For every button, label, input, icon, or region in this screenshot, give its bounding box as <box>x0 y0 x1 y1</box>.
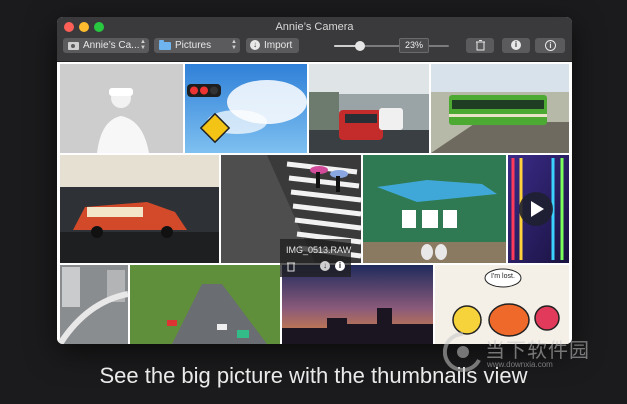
chevron-updown-icon: ▲ ▼ <box>140 39 146 51</box>
photo-highway-bw[interactable] <box>57 265 129 344</box>
trash-icon <box>476 40 485 51</box>
watermark: 当下软件园 www.downxia.com <box>443 330 613 378</box>
photo-tomare-crocodile[interactable] <box>363 155 506 263</box>
download-icon[interactable]: ↓ <box>320 261 330 271</box>
selected-photo-info-bar: IMG_0513.RAW ↓ i <box>280 239 351 277</box>
info-outline-icon: i <box>545 40 556 51</box>
camera-icon <box>68 42 79 50</box>
photo-traffic-light-sky[interactable] <box>185 64 307 153</box>
photo-neon-lights[interactable] <box>508 155 569 263</box>
zoom-slider-knob[interactable] <box>355 41 366 51</box>
photo-man-white-hat[interactable] <box>60 64 183 153</box>
delete-button[interactable] <box>466 38 494 53</box>
folder-select[interactable]: Pictures ▲ ▼ <box>154 38 240 53</box>
watermark-logo-icon <box>443 331 481 372</box>
share-info-button[interactable]: i <box>535 38 565 53</box>
thumbnail-grid: I'm lost. <box>57 62 572 344</box>
zoom-percentage-field[interactable]: 23% <box>399 38 429 53</box>
app-window: Annie’s Camera Annie’s Ca... ▲ ▼ Pictures… <box>57 17 572 344</box>
import-button-label: Import <box>264 40 293 51</box>
info-icon[interactable]: i <box>335 261 345 271</box>
info-button[interactable]: i <box>502 38 530 53</box>
titlebar: Annie’s Camera Annie’s Ca... ▲ ▼ Pictures… <box>57 17 572 62</box>
watermark-url: www.downxia.com <box>487 360 553 369</box>
photo-tree-road[interactable] <box>130 265 280 344</box>
source-select-label: Annie’s Ca... <box>83 40 140 51</box>
photo-street-cars[interactable] <box>309 64 429 153</box>
zoom-slider[interactable] <box>334 41 449 51</box>
folder-select-label: Pictures <box>175 40 212 51</box>
download-icon: ↓ <box>250 40 260 50</box>
photo-green-train[interactable] <box>431 64 569 153</box>
source-select[interactable]: Annie’s Ca... ▲ ▼ <box>63 38 149 53</box>
import-button[interactable]: ↓ Import <box>246 38 299 53</box>
selected-photo-filename: IMG_0513.RAW <box>286 245 352 255</box>
trash-icon[interactable] <box>286 260 296 272</box>
folder-icon <box>159 40 171 50</box>
photo-taxi[interactable] <box>60 155 219 263</box>
info-icon: i <box>511 40 521 50</box>
chevron-updown-icon: ▲ ▼ <box>231 39 237 51</box>
watermark-text: 当下软件园 <box>485 338 590 362</box>
window-title: Annie’s Camera <box>275 21 354 33</box>
speech-bubble-text: I'm lost. <box>491 273 515 280</box>
